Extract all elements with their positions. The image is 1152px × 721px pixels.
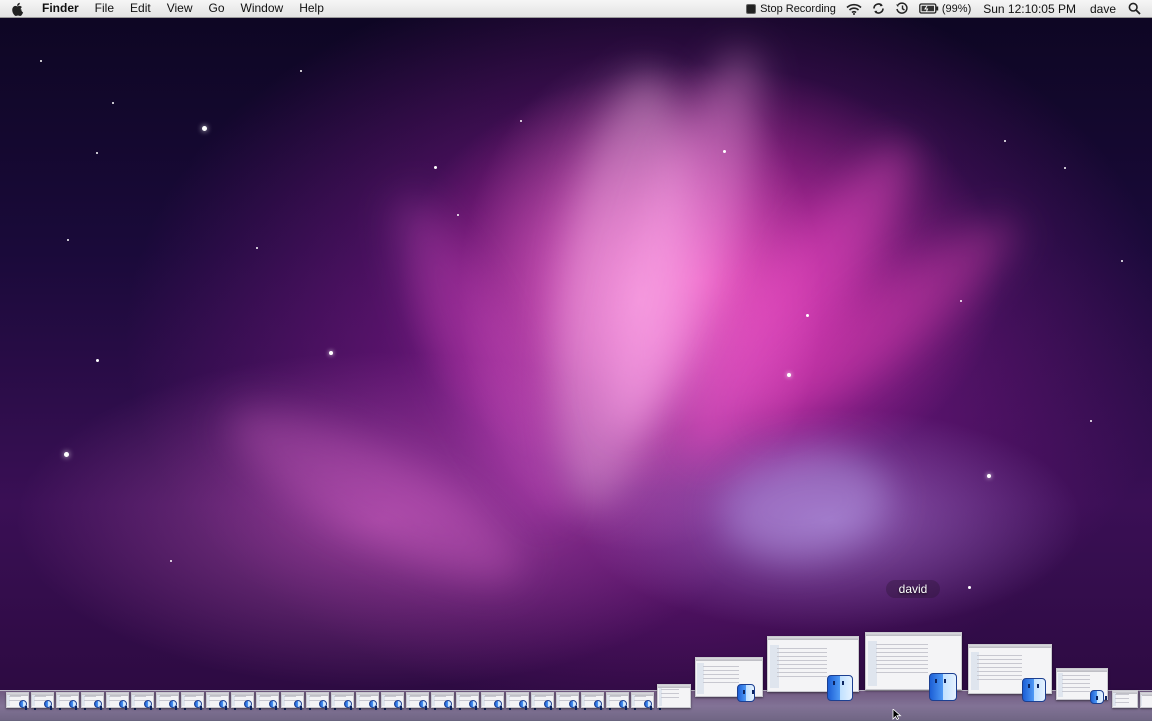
finder-icon: [169, 700, 177, 710]
finder-icon: [119, 700, 127, 710]
star: [64, 452, 69, 457]
star: [96, 359, 99, 362]
star: [806, 314, 809, 317]
mouse-cursor-icon: [892, 709, 902, 720]
star: [1121, 260, 1123, 262]
finder-icon: [544, 700, 552, 710]
finder-icon: [1090, 690, 1104, 704]
star: [67, 239, 69, 241]
menu-clock[interactable]: Sun 12:10:05 PM: [976, 2, 1083, 16]
star: [40, 60, 42, 62]
finder-icon: [1022, 678, 1046, 702]
battery-percent: (99%): [941, 2, 972, 15]
star: [723, 150, 726, 153]
finder-icon: [494, 700, 502, 710]
finder-icon: [594, 700, 602, 710]
finder-icon: [44, 700, 52, 710]
spotlight-icon[interactable]: [1123, 0, 1146, 17]
star: [520, 120, 522, 122]
finder-icon: [19, 700, 27, 710]
finder-icon: [419, 700, 427, 710]
menu-view[interactable]: View: [159, 0, 201, 17]
star: [256, 247, 258, 249]
finder-icon: [69, 700, 77, 710]
menu-help[interactable]: Help: [291, 0, 332, 17]
finder-icon: [294, 700, 302, 710]
finder-icon: [444, 700, 452, 710]
star: [434, 166, 437, 169]
star: [787, 373, 791, 377]
menu-edit[interactable]: Edit: [122, 0, 159, 17]
dock-hover-label: david: [886, 580, 940, 598]
desktop-wallpaper: [0, 0, 1152, 720]
star: [960, 300, 962, 302]
menu-go[interactable]: Go: [201, 0, 233, 17]
stop-recording-button[interactable]: Stop Recording: [741, 0, 841, 17]
wallpaper-ray: [711, 436, 899, 574]
finder-icon: [569, 700, 577, 710]
minimized-window[interactable]: [1140, 692, 1152, 708]
star: [202, 126, 207, 131]
star: [1064, 167, 1066, 169]
star: [968, 586, 971, 589]
finder-icon: [94, 700, 102, 710]
menu-app-finder[interactable]: Finder: [34, 0, 87, 17]
menu-bar: Finder File Edit View Go Window Help Sto…: [0, 0, 1152, 18]
finder-icon: [394, 700, 402, 710]
star: [300, 70, 302, 72]
star: [1004, 140, 1006, 142]
wifi-icon[interactable]: [841, 0, 867, 17]
star: [170, 560, 172, 562]
stop-recording-icon: [746, 3, 757, 14]
star: [987, 474, 991, 478]
finder-icon: [194, 700, 202, 710]
stop-recording-label: Stop Recording: [760, 2, 836, 15]
finder-icon: [644, 700, 652, 710]
menu-file[interactable]: File: [87, 0, 122, 17]
time-machine-icon[interactable]: [890, 0, 914, 17]
menu-user[interactable]: dave: [1083, 2, 1123, 16]
finder-icon: [319, 700, 327, 710]
star: [112, 102, 114, 104]
finder-icon: [827, 675, 853, 701]
menu-window[interactable]: Window: [233, 0, 292, 17]
finder-icon: [619, 700, 627, 710]
minimized-window[interactable]: [657, 684, 691, 708]
finder-icon: [929, 673, 957, 701]
finder-icon: [344, 700, 352, 710]
battery-status[interactable]: (99%): [914, 0, 976, 17]
apple-icon[interactable]: [0, 0, 34, 17]
star: [457, 214, 459, 216]
finder-icon: [269, 700, 277, 710]
star: [1090, 420, 1092, 422]
star: [329, 351, 333, 355]
finder-icon: [737, 684, 755, 702]
sync-icon[interactable]: [867, 0, 890, 17]
finder-icon: [369, 700, 377, 710]
star: [96, 152, 98, 154]
finder-icon: [469, 700, 477, 710]
finder-icon: [219, 700, 227, 710]
minimized-window[interactable]: [1112, 690, 1138, 708]
battery-icon: [919, 3, 939, 14]
finder-icon: [144, 700, 152, 710]
finder-icon: [244, 700, 252, 710]
finder-icon: [519, 700, 527, 710]
